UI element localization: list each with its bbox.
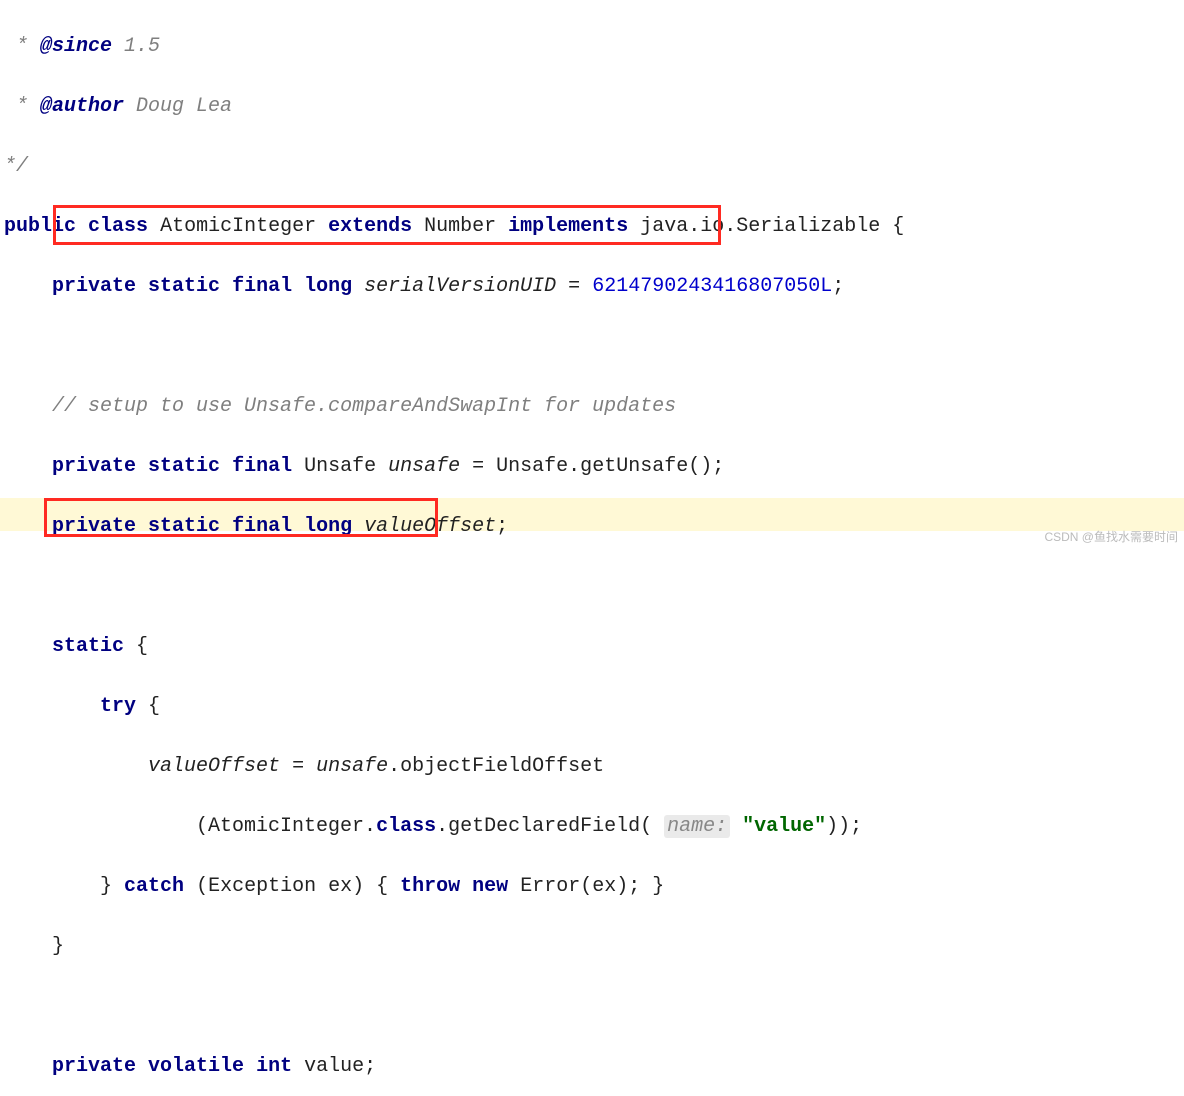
- javadoc-close: */: [4, 152, 1180, 182]
- static-block-close: }: [4, 932, 1180, 962]
- try-open: try {: [4, 692, 1180, 722]
- watermark: CSDN @鱼找水需要时间: [1044, 528, 1178, 546]
- static-block-open: static {: [4, 632, 1180, 662]
- vo-assign-2: (AtomicInteger.class.getDeclaredField( n…: [4, 812, 1180, 842]
- param-hint: name:: [664, 815, 730, 838]
- vo-assign-1: valueOffset = unsafe.objectFieldOffset: [4, 752, 1180, 782]
- valueoffset-decl: private static final long valueOffset;: [4, 512, 1180, 542]
- javadoc-since: * @since 1.5: [4, 32, 1180, 62]
- unsafe-field-decl: private static final Unsafe unsafe = Uns…: [4, 452, 1180, 482]
- class-decl: public class AtomicInteger extends Numbe…: [4, 212, 1180, 242]
- code-block: * @since 1.5 * @author Doug Lea */ publi…: [0, 0, 1184, 1096]
- javadoc-author: * @author Doug Lea: [4, 92, 1180, 122]
- serialversionuid: private static final long serialVersionU…: [4, 272, 1180, 302]
- setup-comment: // setup to use Unsafe.compareAndSwapInt…: [4, 392, 1180, 422]
- catch-line: } catch (Exception ex) { throw new Error…: [4, 872, 1180, 902]
- value-field-decl: private volatile int value;: [4, 1052, 1180, 1082]
